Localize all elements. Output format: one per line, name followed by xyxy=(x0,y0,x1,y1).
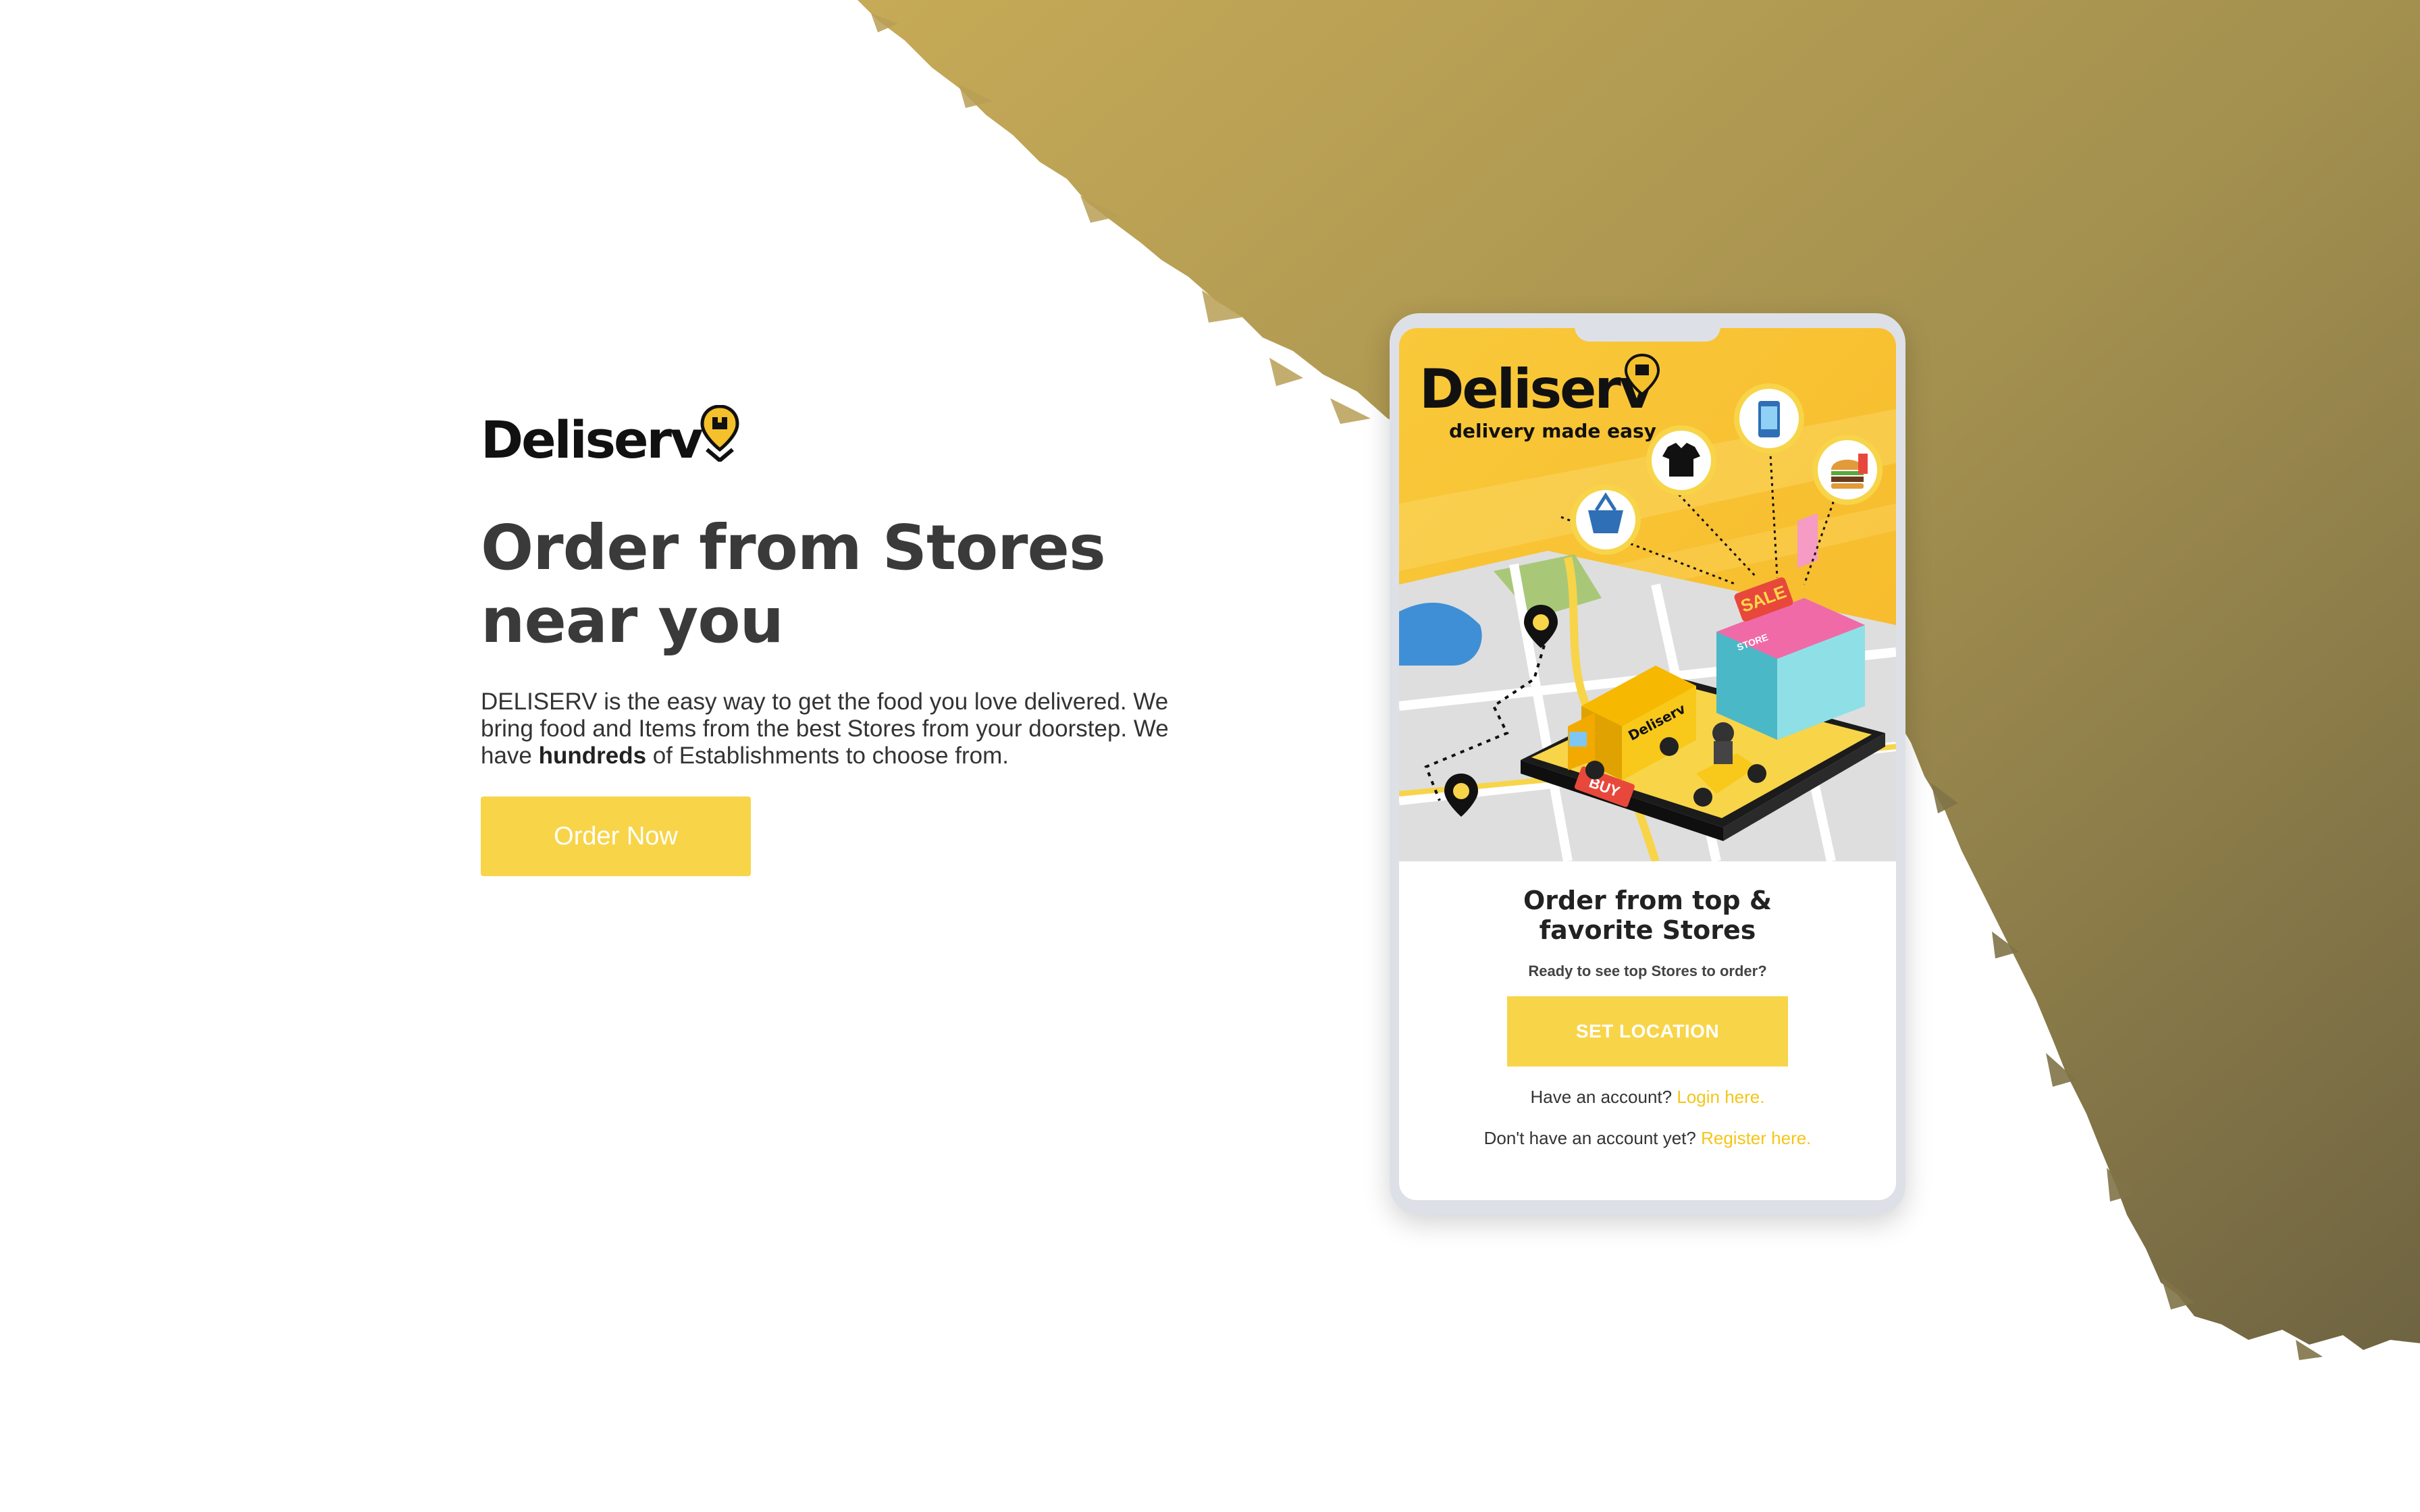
register-prompt-row: Don't have an account yet? Register here… xyxy=(1399,1128,1896,1149)
background-brush-stroke xyxy=(858,0,2420,1360)
register-prompt: Don't have an account yet? xyxy=(1483,1128,1696,1148)
description-text-end: of Establishments to choose from. xyxy=(646,742,1009,769)
burger-icon xyxy=(1812,435,1883,505)
description-emphasis: hundreds xyxy=(538,742,647,769)
hero-description: DELISERV is the easy way to get the food… xyxy=(481,688,1176,770)
brand-logo[interactable]: Deliserv xyxy=(481,392,1196,466)
login-link[interactable]: Login here. xyxy=(1677,1087,1764,1107)
tshirt-icon xyxy=(1646,425,1716,495)
order-now-button[interactable]: Order Now xyxy=(481,796,751,876)
register-link[interactable]: Register here. xyxy=(1701,1128,1811,1148)
phone-card-body: Order from top & favorite Stores Ready t… xyxy=(1399,861,1896,1149)
brand-wordmark: Deliserv xyxy=(481,410,704,470)
phone-icon xyxy=(1734,383,1804,454)
phone-screen: BUY Deliserv SALE STORE Deliserv deliver… xyxy=(1399,328,1896,1200)
login-prompt-row: Have an account? Login here. xyxy=(1399,1087,1896,1108)
phone-mockup: BUY Deliserv SALE STORE Deliserv deliver… xyxy=(1390,313,1905,1215)
hero-headline: Order from Stores near you xyxy=(481,512,1106,657)
hero-section: Deliserv Order from Stores near you DELI… xyxy=(481,392,1196,876)
basket-icon xyxy=(1571,485,1641,555)
svg-text:delivery made easy: delivery made easy xyxy=(1449,420,1656,442)
card-title: Order from top & favorite Stores xyxy=(1523,886,1772,945)
phone-notch xyxy=(1575,321,1720,342)
login-prompt: Have an account? xyxy=(1530,1087,1673,1107)
set-location-button[interactable]: SET LOCATION xyxy=(1507,996,1788,1066)
promo-illustration: BUY Deliserv SALE STORE Deliserv deliver… xyxy=(1399,328,1896,861)
svg-text:Deliserv: Deliserv xyxy=(1419,358,1654,421)
location-pin-icon xyxy=(700,405,739,462)
card-subtitle: Ready to see top Stores to order? xyxy=(1528,963,1767,979)
